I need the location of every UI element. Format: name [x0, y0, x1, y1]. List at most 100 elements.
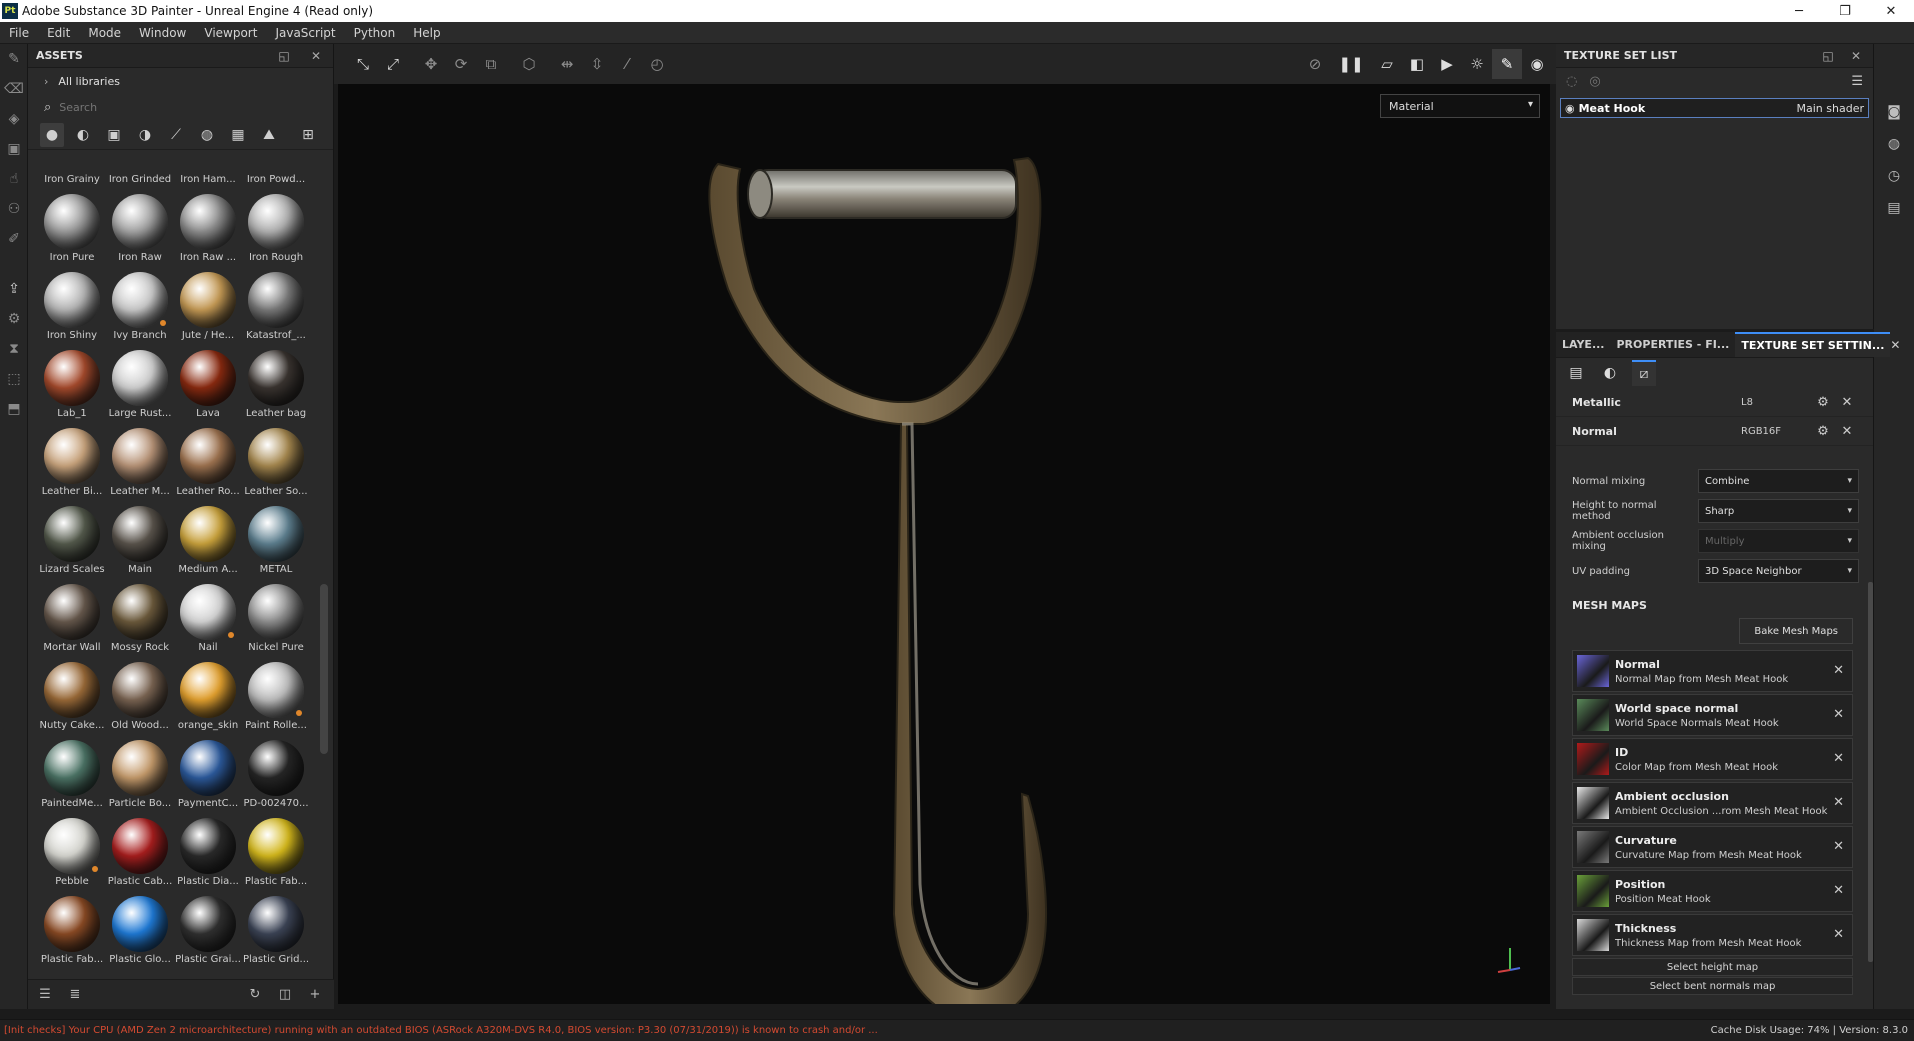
mesh-map-slot[interactable]: Ambient occlusion Ambient Occlusion ...ro… [1572, 782, 1853, 824]
close-panel-button[interactable]: ✕ [1847, 49, 1865, 63]
smart-mask-icon[interactable]: ▣ [102, 123, 126, 147]
asset-tile[interactable]: Jute / He... [174, 266, 242, 344]
asset-name[interactable]: Iron Grinded [106, 174, 174, 188]
restore-button[interactable]: ❐ [1822, 0, 1868, 22]
asset-tile[interactable]: PD-002470... [242, 734, 310, 812]
texture-icon[interactable]: ▦ [226, 123, 250, 147]
uv-padding-dropdown[interactable]: 3D Space Neighbor ▾ [1698, 559, 1859, 583]
scale-icon[interactable]: ⧉ [476, 49, 506, 79]
asset-tile[interactable]: Lizard Scales [38, 500, 106, 578]
new-window-icon[interactable]: ◫ [276, 987, 294, 1002]
viewport-mode-dropdown[interactable]: Material ▾ [1380, 94, 1540, 118]
bake-tool[interactable]: ⚙ [0, 304, 28, 334]
rotate-icon[interactable]: ⟳ [446, 49, 476, 79]
asset-tile[interactable]: Leather bag [242, 344, 310, 422]
menu-javascript[interactable]: JavaScript [266, 26, 344, 40]
close-icon[interactable]: ✕ [1890, 332, 1900, 357]
mesh-map-slot[interactable]: Thickness Thickness Map from Mesh Meat Ho… [1572, 914, 1853, 956]
menu-python[interactable]: Python [345, 26, 405, 40]
library-selector[interactable]: › All libraries [28, 68, 333, 94]
asset-tile[interactable]: Leather So... [242, 422, 310, 500]
history-icon[interactable]: ◷ [1874, 160, 1914, 192]
material-icon[interactable]: ● [40, 122, 64, 147]
gear-icon[interactable]: ⚙ [1811, 424, 1835, 439]
fill-tool[interactable]: ⧗ [0, 334, 28, 364]
minimize-button[interactable]: ─ [1776, 0, 1822, 22]
asset-tile[interactable]: Iron Raw [106, 188, 174, 266]
mesh-map-slot[interactable]: Position Position Meat Hook ✕ [1572, 870, 1853, 912]
cube-icon[interactable]: ⬡ [514, 49, 544, 79]
symmetry-icon[interactable]: ⁄ [612, 49, 642, 79]
light-icon[interactable]: ☼ [1462, 49, 1492, 79]
hide-all-icon[interactable]: ◌ [1566, 74, 1577, 89]
paint-mode-icon[interactable]: ✎ [1492, 49, 1522, 79]
texture-set-item[interactable]: ◉ Meat Hook Main shader [1560, 98, 1869, 118]
asset-tile[interactable]: PaintedMe... [38, 734, 106, 812]
asset-tile[interactable]: PaymentC... [174, 734, 242, 812]
refresh-icon[interactable]: ↻ [246, 987, 264, 1002]
asset-tile[interactable]: Plastic Fab... [38, 890, 106, 968]
camera-icon[interactable]: ▶ [1432, 49, 1462, 79]
height-to-normal-dropdown[interactable]: Sharp ▾ [1698, 499, 1859, 523]
asset-tile[interactable]: Lava [174, 344, 242, 422]
asset-tile[interactable]: Ivy Branch [106, 266, 174, 344]
geometry-mask-tool[interactable]: ⬚ [0, 364, 28, 394]
color-picker-tool[interactable]: ✐ [0, 224, 28, 254]
paint-brush-tool[interactable]: ✎ [0, 44, 28, 74]
tab-properties[interactable]: PROPERTIES - FI... [1611, 332, 1736, 357]
hide-icon[interactable]: ⊘ [1300, 49, 1330, 79]
remove-map-icon[interactable]: ✕ [1833, 707, 1844, 722]
mesh-map-slot[interactable]: Normal Normal Map from Mesh Meat Hook ✕ [1572, 650, 1853, 692]
remove-map-icon[interactable]: ✕ [1833, 663, 1844, 678]
close-panel-button[interactable]: ✕ [307, 49, 325, 63]
channel-format[interactable]: RGB16F [1741, 426, 1811, 437]
asset-name[interactable]: Iron Grainy [38, 174, 106, 188]
smart-material-icon[interactable]: ◐ [71, 123, 95, 147]
status-message[interactable]: [Init checks] Your CPU (AMD Zen 2 microa… [0, 1025, 1711, 1036]
mesh-map-slot[interactable]: ID Color Map from Mesh Meat Hook ✕ [1572, 738, 1853, 780]
transform-icon[interactable]: ⤡ [348, 49, 378, 79]
screenshot-icon[interactable]: ◉ [1522, 49, 1552, 79]
asset-name[interactable]: Iron Ham... [174, 174, 242, 188]
asset-tile[interactable]: Nutty Cake... [38, 656, 106, 734]
mesh-map-slot[interactable]: Curvature Curvature Map from Mesh Meat Ho… [1572, 826, 1853, 868]
move-icon[interactable]: ✥ [416, 49, 446, 79]
menu-help[interactable]: Help [404, 26, 449, 40]
texture-set-icon[interactable]: ◙ [1874, 96, 1914, 128]
eraser-tool[interactable]: ⌫ [0, 74, 28, 104]
2d-view-icon[interactable]: ▱ [1372, 49, 1402, 79]
asset-tile[interactable]: Iron Raw ... [174, 188, 242, 266]
filter-icon[interactable]: ◑ [133, 123, 157, 147]
select-height-map-button[interactable]: Select height map [1572, 958, 1853, 976]
menu-edit[interactable]: Edit [38, 26, 79, 40]
close-button[interactable]: ✕ [1868, 0, 1914, 22]
clone-tool[interactable]: ⚇ [0, 194, 28, 224]
pause-icon[interactable]: ❚❚ [1336, 49, 1366, 79]
environment-icon[interactable]: ⛰ [257, 123, 281, 147]
menu-viewport[interactable]: Viewport [195, 26, 266, 40]
asset-tile[interactable]: METAL [242, 500, 310, 578]
remove-map-icon[interactable]: ✕ [1833, 751, 1844, 766]
particle-icon[interactable]: ◍ [195, 123, 219, 147]
tab-layers[interactable]: LAYE... [1556, 332, 1611, 357]
list-view-icon[interactable]: ☰ [36, 987, 54, 1002]
3d-view-icon[interactable]: ◧ [1402, 49, 1432, 79]
projection-tool[interactable]: ◈ [0, 104, 28, 134]
remove-map-icon[interactable]: ✕ [1833, 795, 1844, 810]
export-tool[interactable]: ⇪ [0, 274, 28, 304]
remove-map-icon[interactable]: ✕ [1833, 927, 1844, 942]
settings-scrollbar[interactable] [1868, 582, 1873, 962]
eye-icon[interactable]: ◉ [1565, 102, 1575, 115]
asset-tile[interactable]: Plastic Glo... [106, 890, 174, 968]
menu-file[interactable]: File [0, 26, 38, 40]
asset-tile[interactable]: Iron Pure [38, 188, 106, 266]
asset-tile[interactable]: Plastic Dia... [174, 812, 242, 890]
asset-tile[interactable]: Nickel Pure [242, 578, 310, 656]
float-panel-button[interactable]: ◱ [275, 49, 293, 63]
visibility-icon[interactable]: ◎ [1589, 74, 1600, 89]
uv-transform-icon[interactable]: ⤢ [378, 49, 408, 79]
asset-tile[interactable]: Leather Bi... [38, 422, 106, 500]
bake-mesh-maps-button[interactable]: Bake Mesh Maps [1739, 618, 1853, 644]
asset-tile[interactable]: Paint Rolle... [242, 656, 310, 734]
asset-tile[interactable]: Particle Bo... [106, 734, 174, 812]
